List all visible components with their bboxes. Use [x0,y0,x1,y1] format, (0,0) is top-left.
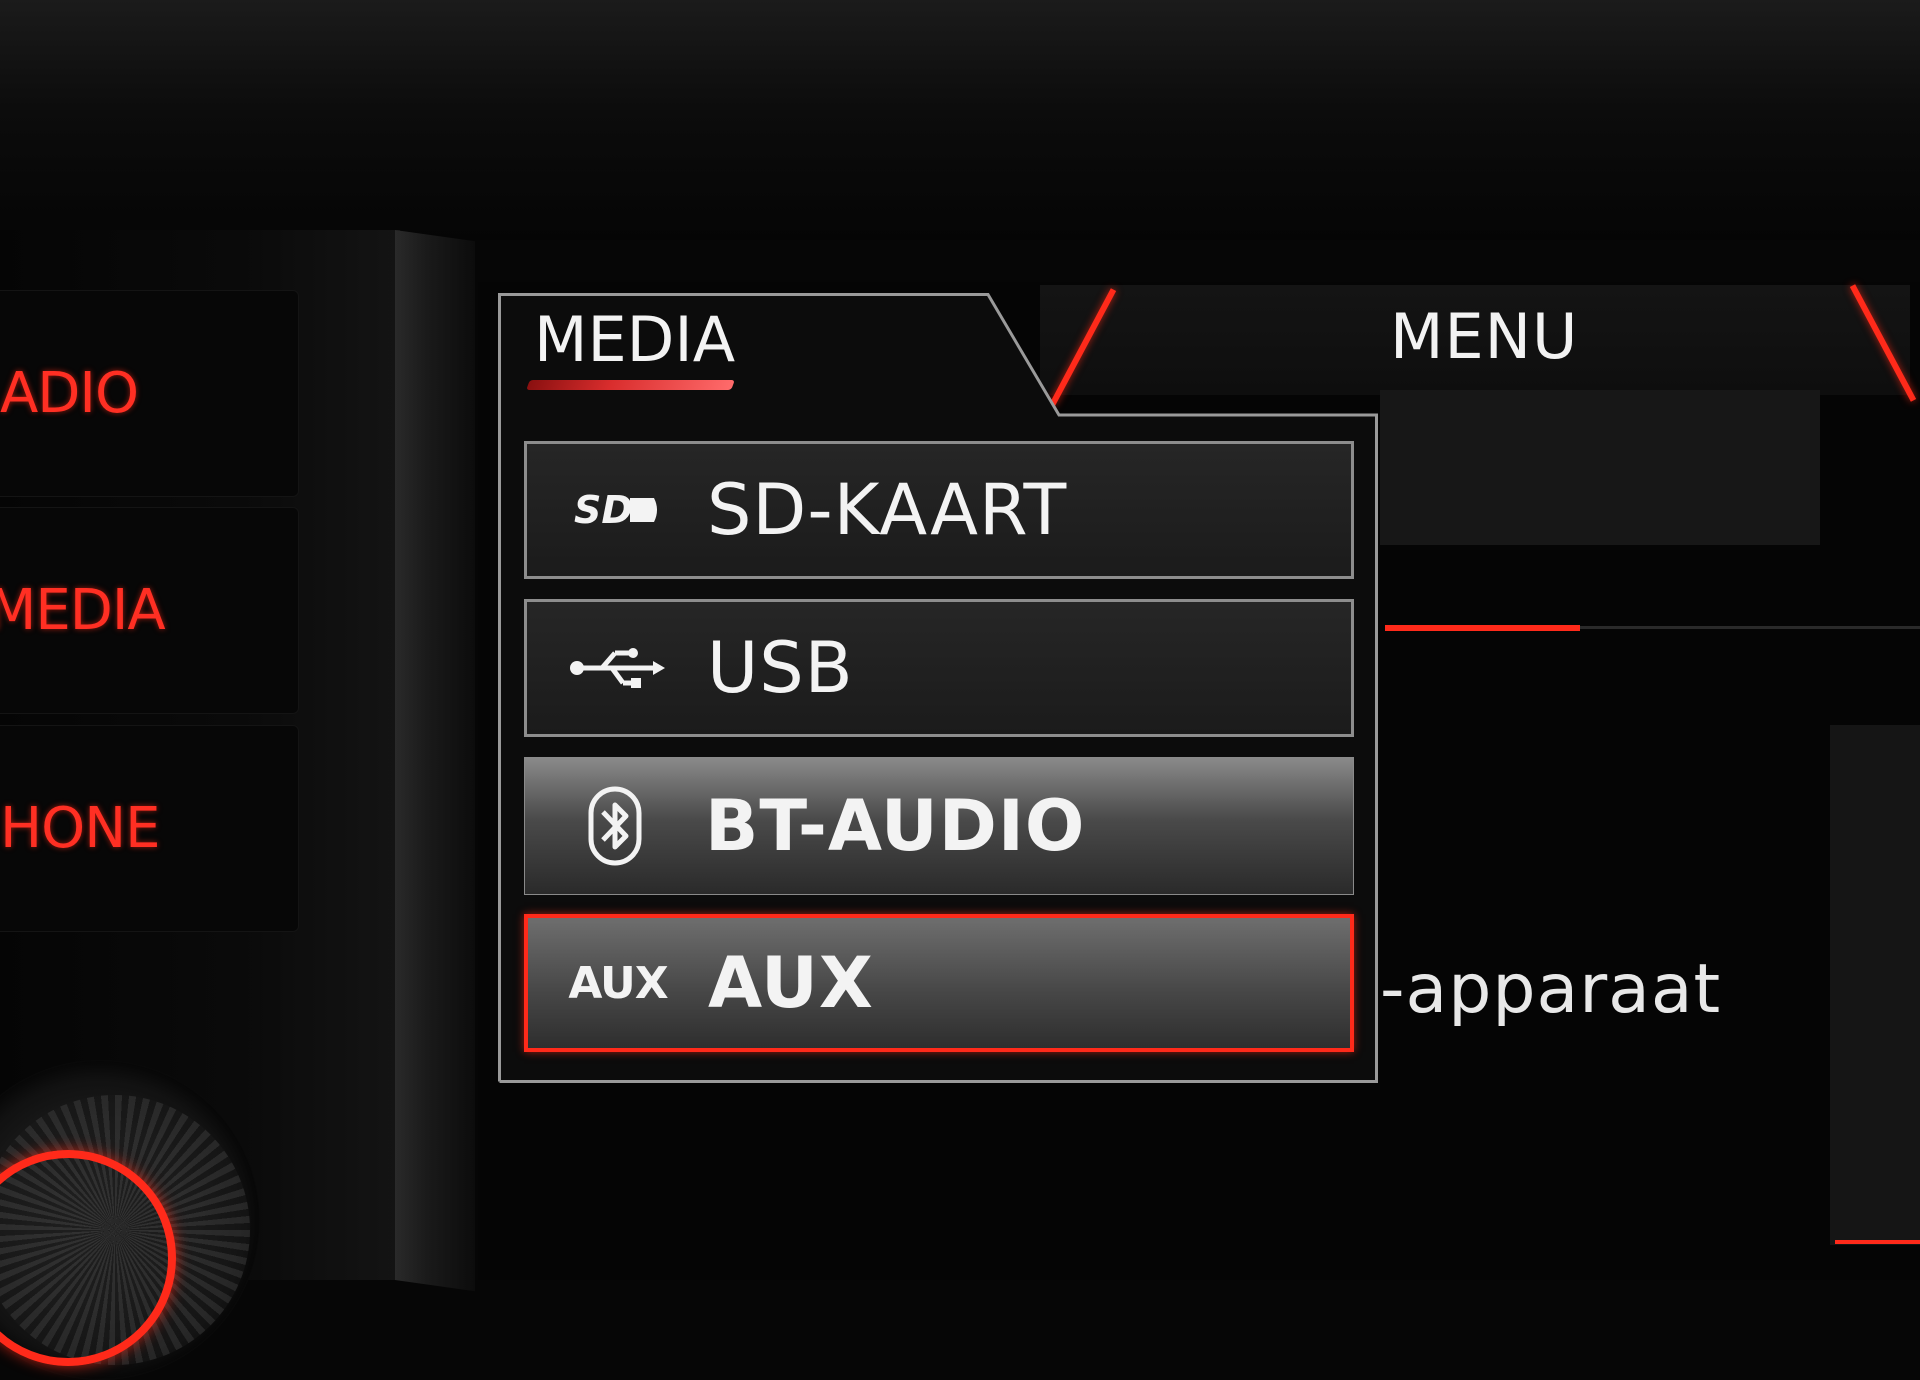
bluetooth-icon [525,758,705,894]
aux-icon-text: AUX [568,957,668,1009]
svg-text:SD: SD [574,490,633,530]
source-option-bt-audio[interactable]: BT-AUDIO [524,757,1354,895]
usb-icon [527,602,707,734]
source-option-label: SD-KAART [707,469,1068,551]
source-option-usb[interactable]: USB [524,599,1354,737]
hardware-button-label: HONE [0,796,160,861]
aux-icon: AUX [528,918,708,1048]
sd-card-icon: SD [527,444,707,576]
media-source-popup: MEDIA SD SD-KAART USB BT-AUDIO AUX AUX [498,293,1378,1083]
hardware-button-label: MEDIA [0,578,166,643]
source-option-sd-card[interactable]: SD SD-KAART [524,441,1354,579]
background-red-line [1835,1240,1920,1244]
hardware-button-label: ADIO [0,361,139,426]
hardware-button-radio[interactable]: ADIO [0,290,299,497]
background-device-text: -apparaat [1380,950,1722,1029]
source-option-label: AUX [708,942,874,1024]
hardware-button-media[interactable]: MEDIA [0,507,299,714]
popup-title-underline [526,380,735,390]
progress-bar-fill [1385,625,1580,631]
source-option-label: BT-AUDIO [705,785,1086,867]
tab-menu-label: MENU [1390,300,1579,373]
background-panel [1380,390,1820,545]
source-option-label: USB [707,627,854,709]
hardware-button-phone[interactable]: HONE [0,725,299,932]
dashboard-trim [0,0,1920,240]
source-option-aux[interactable]: AUX AUX [524,914,1354,1052]
screen-bezel [395,230,475,1292]
background-side-panel [1830,725,1920,1245]
popup-title: MEDIA [534,303,736,376]
progress-bar-track [1580,626,1920,629]
